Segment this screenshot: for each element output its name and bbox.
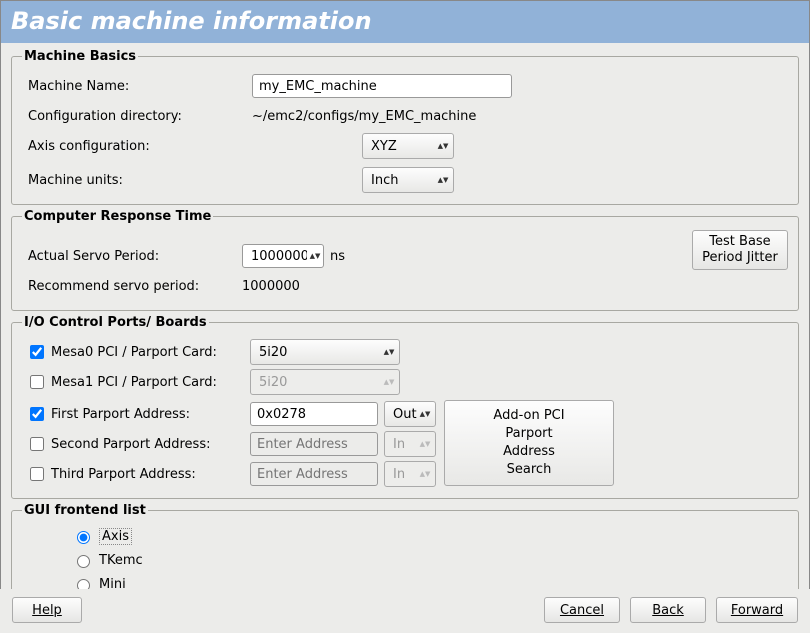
updown-icon: ▲▼ — [419, 411, 431, 418]
fieldset-io: I/O Control Ports/ Boards Mesa0 PCI / Pa… — [11, 315, 799, 499]
recommend-servo-value: 1000000 — [242, 279, 300, 294]
addon-line3: Address — [453, 443, 605, 461]
back-button[interactable]: Back — [630, 597, 706, 623]
help-label: Help — [32, 603, 62, 618]
gui-radio-tkemc[interactable] — [77, 555, 90, 568]
mesa1-checkbox[interactable] — [30, 375, 44, 389]
pp3-dir-value: In — [393, 467, 405, 482]
gui-label-axis: Axis — [99, 528, 132, 545]
forward-button[interactable]: Forward — [716, 597, 798, 623]
updown-icon: ▲▼ — [419, 441, 431, 448]
legend-response-time: Computer Response Time — [22, 209, 213, 224]
legend-gui: GUI frontend list — [22, 503, 148, 518]
gui-label-tkemc: TKemc — [99, 553, 143, 568]
pp3-address-input — [250, 462, 378, 486]
pp1-address-input[interactable] — [250, 402, 378, 426]
updown-icon: ▲▼ — [383, 349, 395, 356]
mesa1-value: 5i20 — [259, 375, 287, 390]
machine-units-select[interactable]: Inch ▲▼ — [362, 167, 454, 193]
legend-machine-basics: Machine Basics — [22, 49, 138, 64]
back-label: Back — [652, 603, 684, 618]
recommend-servo-label: Recommend servo period: — [22, 279, 242, 294]
addon-line4: Search — [453, 461, 605, 479]
mesa0-select[interactable]: 5i20 ▲▼ — [250, 339, 400, 365]
updown-icon: ▲▼ — [437, 177, 449, 184]
cancel-button[interactable]: Cancel — [544, 597, 620, 623]
pp1-dir-select[interactable]: Out ▲▼ — [384, 401, 436, 427]
test-jitter-line1: Test Base — [702, 234, 778, 250]
pp2-dir-value: In — [393, 437, 405, 452]
actual-servo-label: Actual Servo Period: — [22, 249, 242, 264]
mesa1-label: Mesa1 PCI / Parport Card: — [51, 375, 217, 390]
forward-label: Forward — [731, 603, 783, 618]
actual-servo-spinbox[interactable]: ▲▼ — [242, 244, 324, 268]
pp3-checkbox[interactable] — [30, 467, 44, 481]
test-jitter-button[interactable]: Test Base Period Jitter — [692, 230, 788, 270]
test-jitter-line2: Period Jitter — [702, 250, 778, 266]
actual-servo-value[interactable] — [249, 248, 309, 265]
help-button[interactable]: Help — [12, 597, 82, 623]
config-dir-label: Configuration directory: — [22, 109, 252, 124]
mesa0-label: Mesa0 PCI / Parport Card: — [51, 345, 217, 360]
axis-config-value: XYZ — [371, 139, 397, 154]
mesa0-value: 5i20 — [259, 345, 287, 360]
addon-search-button[interactable]: Add-on PCI Parport Address Search — [444, 400, 614, 486]
pp1-label: First Parport Address: — [51, 407, 190, 422]
config-dir-value: ~/emc2/configs/my_EMC_machine — [252, 109, 476, 124]
pp1-checkbox[interactable] — [30, 407, 44, 421]
pp1-dir-value: Out — [393, 407, 417, 422]
addon-line1: Add-on PCI — [453, 407, 605, 425]
pp2-checkbox[interactable] — [30, 437, 44, 451]
cancel-label: Cancel — [560, 603, 604, 618]
axis-config-select[interactable]: XYZ ▲▼ — [362, 133, 454, 159]
machine-name-input[interactable] — [252, 74, 512, 98]
machine-units-value: Inch — [371, 173, 398, 188]
pp2-address-input — [250, 432, 378, 456]
machine-name-label: Machine Name: — [22, 79, 252, 94]
footer-bar: Help Cancel Back Forward — [0, 589, 810, 633]
updown-icon: ▲▼ — [437, 143, 449, 150]
mesa1-select: 5i20 ▲▼ — [250, 369, 400, 395]
gui-radio-axis[interactable] — [77, 531, 90, 544]
fieldset-machine-basics: Machine Basics Machine Name: Configurati… — [11, 49, 799, 205]
addon-line2: Parport — [453, 425, 605, 443]
pp2-label: Second Parport Address: — [51, 437, 210, 452]
page-title: Basic machine information — [1, 1, 809, 43]
updown-icon: ▲▼ — [309, 253, 321, 260]
pp2-dir-select: In ▲▼ — [384, 431, 436, 457]
updown-icon: ▲▼ — [383, 379, 395, 386]
mesa0-checkbox[interactable] — [30, 345, 44, 359]
fieldset-response-time: Computer Response Time Actual Servo Peri… — [11, 209, 799, 311]
axis-config-label: Axis configuration: — [22, 139, 362, 154]
machine-units-label: Machine units: — [22, 173, 362, 188]
actual-servo-unit: ns — [330, 249, 345, 264]
updown-icon: ▲▼ — [419, 471, 431, 478]
legend-io: I/O Control Ports/ Boards — [22, 315, 209, 330]
pp3-label: Third Parport Address: — [51, 467, 196, 482]
pp3-dir-select: In ▲▼ — [384, 461, 436, 487]
